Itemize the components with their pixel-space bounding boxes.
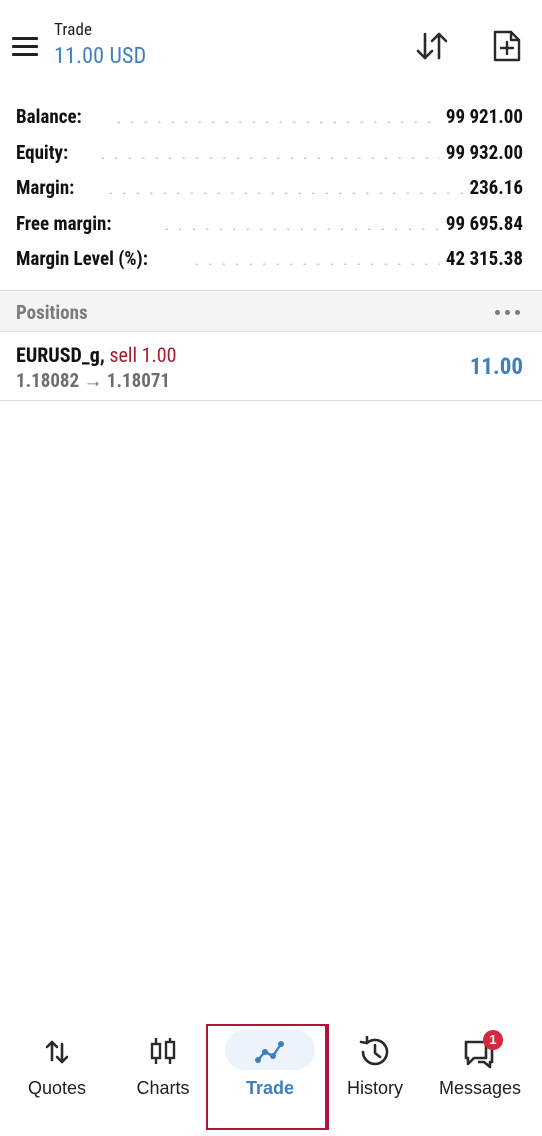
- summary-value: 42 315.38: [439, 247, 523, 270]
- summary-label: Margin:: [16, 176, 81, 199]
- summary-value: 99 695.84: [439, 211, 523, 235]
- summary-label: Margin Level (%):: [16, 247, 154, 270]
- bottom-navigation: Quotes Charts Trade History 1 Messages: [0, 1020, 542, 1136]
- unread-badge: 1: [483, 1030, 503, 1050]
- dot-leader: [104, 192, 472, 194]
- positions-title: Positions: [16, 301, 88, 324]
- history-icon: [353, 1032, 397, 1072]
- dot-leader: [112, 121, 442, 123]
- dot-leader: [96, 156, 442, 159]
- dot-leader: [160, 227, 442, 230]
- nav-label: Messages: [438, 1078, 522, 1098]
- position-symbol-line: EURUSD_g, sell 1.00: [16, 343, 177, 367]
- account-profit: 11.00 USD: [54, 44, 147, 69]
- nav-label: History: [346, 1078, 403, 1098]
- quotes-icon: [35, 1032, 79, 1072]
- summary-row-equity: Equity: 99 932.00: [0, 133, 542, 169]
- position-symbol: EURUSD_g,: [16, 343, 105, 367]
- position-row[interactable]: EURUSD_g, sell 1.00 1.18082 → 1.18071 11…: [0, 333, 542, 401]
- summary-row-margin: Margin: 236.16: [0, 168, 542, 204]
- summary-row-margin-level: Margin Level (%): 42 315.38: [0, 239, 542, 275]
- summary-value: 99 921.00: [439, 105, 523, 128]
- nav-charts[interactable]: Charts: [111, 1024, 215, 1124]
- nav-history[interactable]: History: [323, 1024, 427, 1124]
- account-summary: Balance: 99 921.00 Equity: 99 932.00 Mar…: [0, 97, 542, 275]
- summary-label: Free margin:: [16, 211, 118, 235]
- summary-label: Equity:: [16, 140, 75, 164]
- summary-label: Balance:: [16, 105, 88, 128]
- top-bar: Trade 11.00 USD: [0, 0, 542, 92]
- summary-row-balance: Balance: 99 921.00: [0, 97, 542, 133]
- summary-value: 236.16: [463, 176, 523, 199]
- nav-messages[interactable]: 1 Messages: [428, 1024, 532, 1124]
- position-profit: 11.00: [469, 353, 523, 380]
- page-title: Trade: [54, 20, 93, 40]
- position-side: sell 1.00: [109, 343, 177, 367]
- nav-label: Quotes: [27, 1078, 87, 1098]
- summary-value: 99 932.00: [439, 140, 523, 164]
- summary-row-free-margin: Free margin: 99 695.84: [0, 204, 542, 240]
- positions-section-header: Positions: [0, 290, 542, 332]
- candlestick-icon: [141, 1032, 185, 1072]
- new-order-icon[interactable]: [489, 28, 525, 64]
- sort-icon[interactable]: [414, 28, 450, 64]
- nav-label: Charts: [136, 1078, 190, 1098]
- title-block: Trade 11.00 USD: [54, 20, 146, 69]
- menu-icon[interactable]: [10, 34, 40, 60]
- more-icon[interactable]: [494, 301, 522, 321]
- position-prices: 1.18082 → 1.18071: [16, 369, 171, 392]
- nav-quotes[interactable]: Quotes: [5, 1024, 109, 1124]
- selection-highlight: [206, 1024, 329, 1130]
- dot-leader: [190, 263, 442, 265]
